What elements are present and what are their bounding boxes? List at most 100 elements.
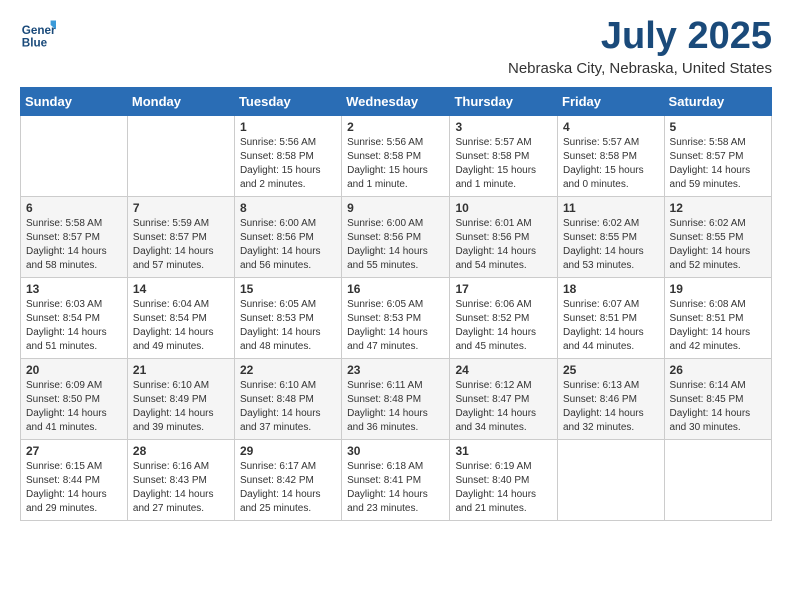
day-info: Sunrise: 6:07 AM Sunset: 8:51 PM Dayligh… — [563, 298, 659, 354]
day-info: Sunrise: 5:57 AM Sunset: 8:58 PM Dayligh… — [563, 136, 659, 192]
day-info: Sunrise: 5:59 AM Sunset: 8:57 PM Dayligh… — [133, 217, 229, 273]
svg-text:General: General — [22, 24, 56, 37]
calendar-cell: 8Sunrise: 6:00 AM Sunset: 8:56 PM Daylig… — [234, 196, 341, 277]
weekday-header: Friday — [558, 87, 665, 115]
day-number: 6 — [26, 201, 122, 215]
day-number: 16 — [347, 282, 444, 296]
day-number: 9 — [347, 201, 444, 215]
calendar-cell: 27 Sunrise: 6:15 AM Sunset: 8:44 PM Dayli… — [21, 439, 128, 520]
day-info: Sunrise: 6:13 AM Sunset: 8:46 PM Dayligh… — [563, 379, 659, 435]
day-info: Sunrise: 5:58 AM Sunset: 8:57 PM Dayligh… — [670, 136, 766, 192]
day-number: 13 — [26, 282, 122, 296]
day-info: Sunrise: 5:56 AM Sunset: 8:58 PM Dayligh… — [347, 136, 444, 192]
day-number: 8 — [240, 201, 336, 215]
calendar-cell: 6 Sunrise: 5:58 AM Sunset: 8:57 PM Daylig… — [21, 196, 128, 277]
calendar-cell: 29Sunrise: 6:17 AM Sunset: 8:42 PM Dayli… — [234, 439, 341, 520]
day-number: 22 — [240, 363, 336, 377]
calendar-cell: 11Sunrise: 6:02 AM Sunset: 8:55 PM Dayli… — [558, 196, 665, 277]
calendar-week-row: 27 Sunrise: 6:15 AM Sunset: 8:44 PM Dayli… — [21, 439, 772, 520]
day-info: Sunrise: 6:17 AM Sunset: 8:42 PM Dayligh… — [240, 460, 336, 516]
calendar-cell: 13 Sunrise: 6:03 AM Sunset: 8:54 PM Dayli… — [21, 277, 128, 358]
day-info: Sunrise: 5:56 AM Sunset: 8:58 PM Dayligh… — [240, 136, 336, 192]
day-info: Sunrise: 6:10 AM Sunset: 8:49 PM Dayligh… — [133, 379, 229, 435]
day-number: 27 — [26, 444, 122, 458]
day-info: Sunrise: 6:01 AM Sunset: 8:56 PM Dayligh… — [455, 217, 552, 273]
day-info: Sunrise: 6:05 AM Sunset: 8:53 PM Dayligh… — [240, 298, 336, 354]
calendar-cell: 31 Sunrise: 6:19 AM Sunset: 8:40 PM Dayli… — [450, 439, 558, 520]
day-info: Sunrise: 6:15 AM Sunset: 8:44 PM Dayligh… — [26, 460, 122, 516]
calendar-cell: 19Sunrise: 6:08 AM Sunset: 8:51 PM Dayli… — [664, 277, 771, 358]
calendar-cell: 12 Sunrise: 6:02 AM Sunset: 8:55 PM Dayli… — [664, 196, 771, 277]
location-title: Nebraska City, Nebraska, United States — [508, 60, 772, 77]
calendar-cell: 22 Sunrise: 6:10 AM Sunset: 8:48 PM Dayli… — [234, 358, 341, 439]
day-info: Sunrise: 5:57 AM Sunset: 8:58 PM Dayligh… — [455, 136, 552, 192]
day-number: 2 — [347, 120, 444, 134]
day-number: 31 — [455, 444, 552, 458]
day-info: Sunrise: 6:03 AM Sunset: 8:54 PM Dayligh… — [26, 298, 122, 354]
day-number: 20 — [26, 363, 122, 377]
day-info: Sunrise: 6:04 AM Sunset: 8:54 PM Dayligh… — [133, 298, 229, 354]
calendar-cell: 30Sunrise: 6:18 AM Sunset: 8:41 PM Dayli… — [342, 439, 450, 520]
calendar-week-row: 13 Sunrise: 6:03 AM Sunset: 8:54 PM Dayli… — [21, 277, 772, 358]
calendar-cell — [21, 115, 128, 196]
calendar-cell: 2 Sunrise: 5:56 AM Sunset: 8:58 PM Daylig… — [342, 115, 450, 196]
day-number: 28 — [133, 444, 229, 458]
day-info: Sunrise: 6:09 AM Sunset: 8:50 PM Dayligh… — [26, 379, 122, 435]
weekday-header: Tuesday — [234, 87, 341, 115]
month-title: July 2025 — [508, 16, 772, 58]
calendar-cell: 16 Sunrise: 6:05 AM Sunset: 8:53 PM Dayli… — [342, 277, 450, 358]
day-info: Sunrise: 6:18 AM Sunset: 8:41 PM Dayligh… — [347, 460, 444, 516]
day-number: 3 — [455, 120, 552, 134]
calendar-cell — [127, 115, 234, 196]
logo: General Blue General Blue — [20, 16, 56, 52]
day-number: 5 — [670, 120, 766, 134]
title-block: July 2025 Nebraska City, Nebraska, Unite… — [508, 16, 772, 77]
calendar-cell: 3 Sunrise: 5:57 AM Sunset: 8:58 PM Daylig… — [450, 115, 558, 196]
calendar-week-row: 1Sunrise: 5:56 AM Sunset: 8:58 PM Daylig… — [21, 115, 772, 196]
day-number: 25 — [563, 363, 659, 377]
calendar-cell: 1Sunrise: 5:56 AM Sunset: 8:58 PM Daylig… — [234, 115, 341, 196]
weekday-header: Sunday — [21, 87, 128, 115]
calendar-cell: 23Sunrise: 6:11 AM Sunset: 8:48 PM Dayli… — [342, 358, 450, 439]
calendar-week-row: 20 Sunrise: 6:09 AM Sunset: 8:50 PM Dayli… — [21, 358, 772, 439]
day-info: Sunrise: 6:19 AM Sunset: 8:40 PM Dayligh… — [455, 460, 552, 516]
day-info: Sunrise: 6:12 AM Sunset: 8:47 PM Dayligh… — [455, 379, 552, 435]
calendar-cell: 18 Sunrise: 6:07 AM Sunset: 8:51 PM Dayli… — [558, 277, 665, 358]
day-number: 18 — [563, 282, 659, 296]
calendar-cell: 21 Sunrise: 6:10 AM Sunset: 8:49 PM Dayli… — [127, 358, 234, 439]
calendar-cell — [664, 439, 771, 520]
day-info: Sunrise: 6:08 AM Sunset: 8:51 PM Dayligh… — [670, 298, 766, 354]
day-number: 21 — [133, 363, 229, 377]
calendar-table: SundayMondayTuesdayWednesdayThursdayFrid… — [20, 87, 772, 521]
day-number: 14 — [133, 282, 229, 296]
day-info: Sunrise: 6:10 AM Sunset: 8:48 PM Dayligh… — [240, 379, 336, 435]
day-number: 11 — [563, 201, 659, 215]
calendar-cell: 20 Sunrise: 6:09 AM Sunset: 8:50 PM Dayli… — [21, 358, 128, 439]
day-info: Sunrise: 6:00 AM Sunset: 8:56 PM Dayligh… — [347, 217, 444, 273]
page-header: General Blue General Blue July 2025 Nebr… — [20, 16, 772, 77]
svg-text:Blue: Blue — [22, 37, 48, 50]
calendar-cell: 15Sunrise: 6:05 AM Sunset: 8:53 PM Dayli… — [234, 277, 341, 358]
calendar-cell: 17Sunrise: 6:06 AM Sunset: 8:52 PM Dayli… — [450, 277, 558, 358]
day-info: Sunrise: 6:14 AM Sunset: 8:45 PM Dayligh… — [670, 379, 766, 435]
calendar-cell: 7Sunrise: 5:59 AM Sunset: 8:57 PM Daylig… — [127, 196, 234, 277]
calendar-week-row: 6 Sunrise: 5:58 AM Sunset: 8:57 PM Daylig… — [21, 196, 772, 277]
calendar-cell: 14 Sunrise: 6:04 AM Sunset: 8:54 PM Dayli… — [127, 277, 234, 358]
day-info: Sunrise: 5:58 AM Sunset: 8:57 PM Dayligh… — [26, 217, 122, 273]
calendar-cell: 26Sunrise: 6:14 AM Sunset: 8:45 PM Dayli… — [664, 358, 771, 439]
weekday-header: Monday — [127, 87, 234, 115]
calendar-cell: 10 Sunrise: 6:01 AM Sunset: 8:56 PM Dayli… — [450, 196, 558, 277]
day-info: Sunrise: 6:02 AM Sunset: 8:55 PM Dayligh… — [670, 217, 766, 273]
day-number: 4 — [563, 120, 659, 134]
calendar-cell: 9 Sunrise: 6:00 AM Sunset: 8:56 PM Daylig… — [342, 196, 450, 277]
calendar-cell: 24Sunrise: 6:12 AM Sunset: 8:47 PM Dayli… — [450, 358, 558, 439]
calendar-cell: 28 Sunrise: 6:16 AM Sunset: 8:43 PM Dayli… — [127, 439, 234, 520]
weekday-header: Thursday — [450, 87, 558, 115]
day-info: Sunrise: 6:16 AM Sunset: 8:43 PM Dayligh… — [133, 460, 229, 516]
calendar-cell: 4 Sunrise: 5:57 AM Sunset: 8:58 PM Daylig… — [558, 115, 665, 196]
day-number: 10 — [455, 201, 552, 215]
day-number: 12 — [670, 201, 766, 215]
day-number: 17 — [455, 282, 552, 296]
weekday-header: Wednesday — [342, 87, 450, 115]
day-info: Sunrise: 6:05 AM Sunset: 8:53 PM Dayligh… — [347, 298, 444, 354]
